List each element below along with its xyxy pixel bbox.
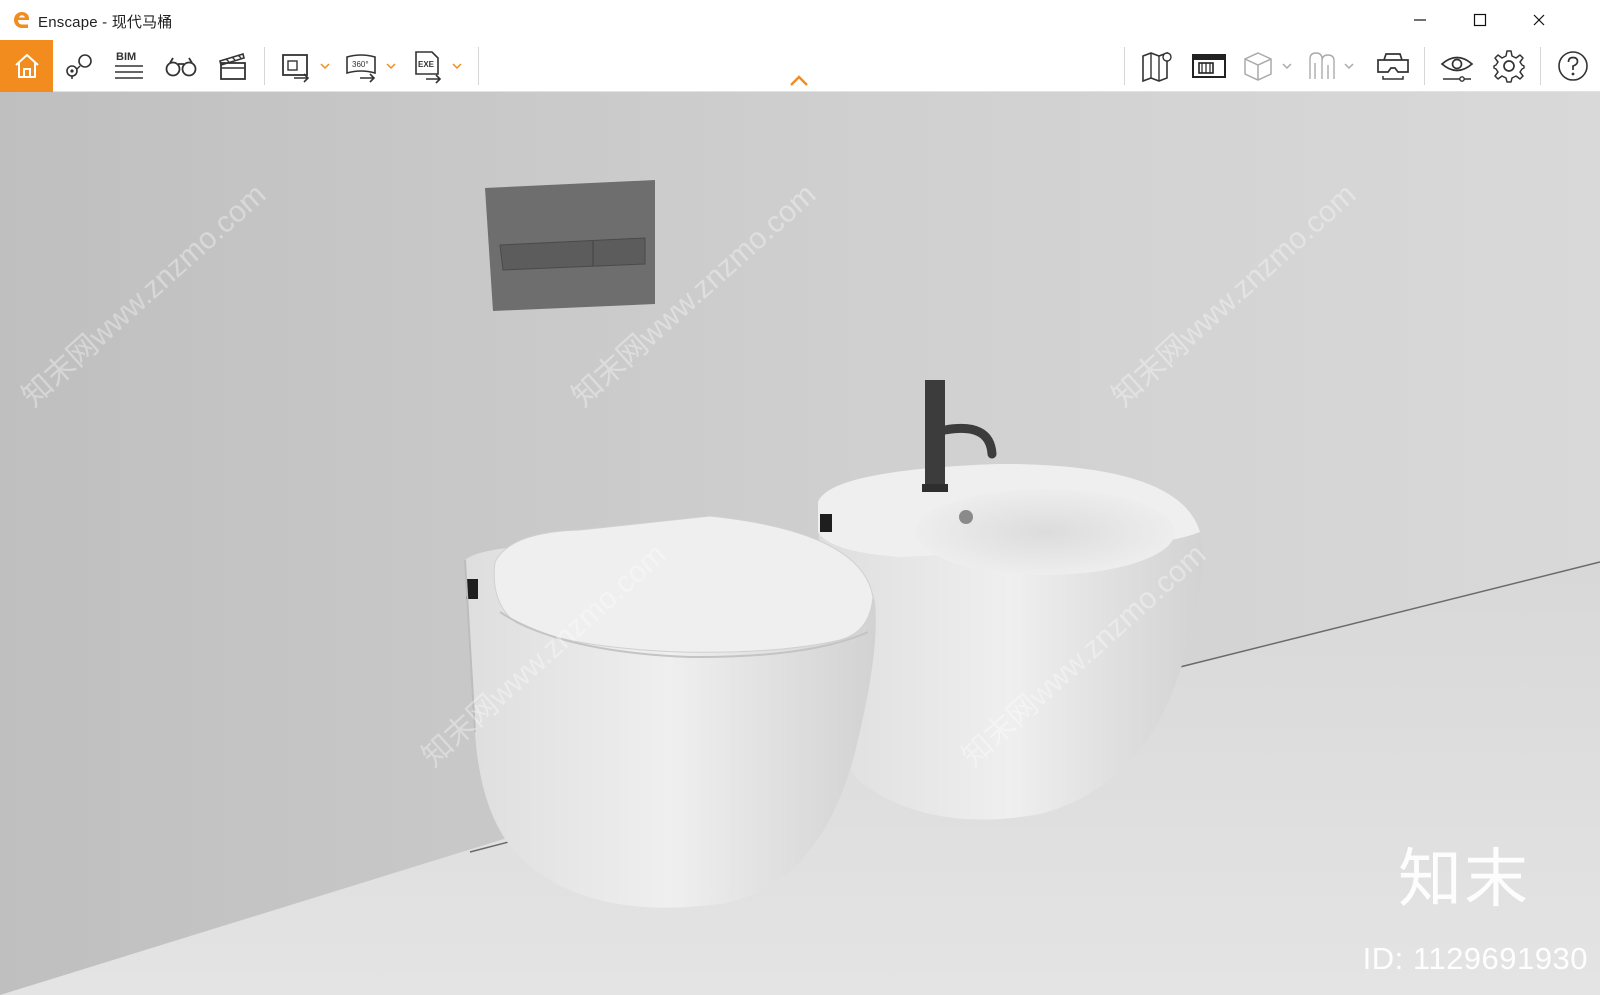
help-button[interactable] [1552,40,1594,92]
bim-label: BIM [116,51,136,63]
headset-icon [1377,53,1409,80]
close-icon [1533,14,1545,26]
vr-dropdown[interactable] [1342,40,1356,92]
panorama-export-icon: 360° [346,54,376,83]
export-screenshot-button[interactable] [276,40,316,92]
material-editor-dropdown[interactable] [1280,40,1294,92]
watermark-brand: 知末 [1398,843,1530,917]
material-editor-button[interactable] [1240,40,1276,92]
export-panorama-button[interactable]: 360° [342,40,382,92]
panorama-label: 360° [352,60,369,69]
chevron-down-icon [320,63,330,70]
vr-icon [1309,52,1335,79]
bim-icon: BIM [115,51,143,79]
visual-settings-button[interactable] [1436,40,1478,92]
home-button[interactable] [0,40,53,92]
toolbar-separator [478,47,479,85]
toolbar-separator [264,47,265,85]
gear-icon [1493,50,1525,83]
image-export-icon [282,54,310,83]
vr-button[interactable] [1304,40,1340,92]
home-icon [14,54,39,78]
video-editor-button[interactable] [212,40,254,92]
minimize-icon [1414,19,1426,21]
export-exe-dropdown[interactable] [450,40,464,92]
export-screenshot-dropdown[interactable] [318,40,332,92]
binoculars-icon [165,57,197,77]
asset-library-icon [1192,54,1226,78]
maximize-button[interactable] [1451,0,1509,40]
render-viewport[interactable]: 知末网www.znzmo.com 知末网www.znzmo.com 知末网www… [0,92,1600,995]
bim-button[interactable]: BIM [108,40,150,92]
views-button[interactable] [58,40,100,92]
headset-button[interactable] [1372,40,1414,92]
help-icon [1558,51,1588,81]
exe-label: EXE [418,60,435,69]
clapperboard-icon [219,52,246,80]
settings-button[interactable] [1488,40,1530,92]
minimize-button[interactable] [1391,0,1449,40]
map-icon [1142,51,1172,83]
map-button[interactable] [1136,40,1178,92]
title-bar: Enscape - 现代马桶 [0,0,1600,40]
export-panorama-dropdown[interactable] [384,40,398,92]
flush-plate [485,180,655,311]
export-exe-button[interactable]: EXE [408,40,448,92]
chevron-down-icon [1282,63,1292,70]
toolbar-separator [1124,47,1125,85]
chevron-down-icon [1344,63,1354,70]
maximize-icon [1473,13,1487,27]
location-icon [66,54,92,79]
chevron-down-icon [386,63,396,70]
eye-icon [1440,56,1474,82]
collapse-toolbar-chevron-icon[interactable] [788,73,810,89]
window-title: Enscape - 现代马桶 [38,14,173,31]
enscape-logo-icon [14,12,29,28]
toolbar-separator [1540,47,1541,85]
chevron-down-icon [452,63,462,70]
watermark-id: ID: 1129691930 [1362,941,1588,976]
close-button[interactable] [1510,0,1568,40]
toolbar-separator [1424,47,1425,85]
exe-export-icon: EXE [415,51,442,84]
walk-mode-button[interactable] [160,40,202,92]
cube-icon [1244,52,1272,81]
asset-library-button[interactable] [1188,40,1230,92]
